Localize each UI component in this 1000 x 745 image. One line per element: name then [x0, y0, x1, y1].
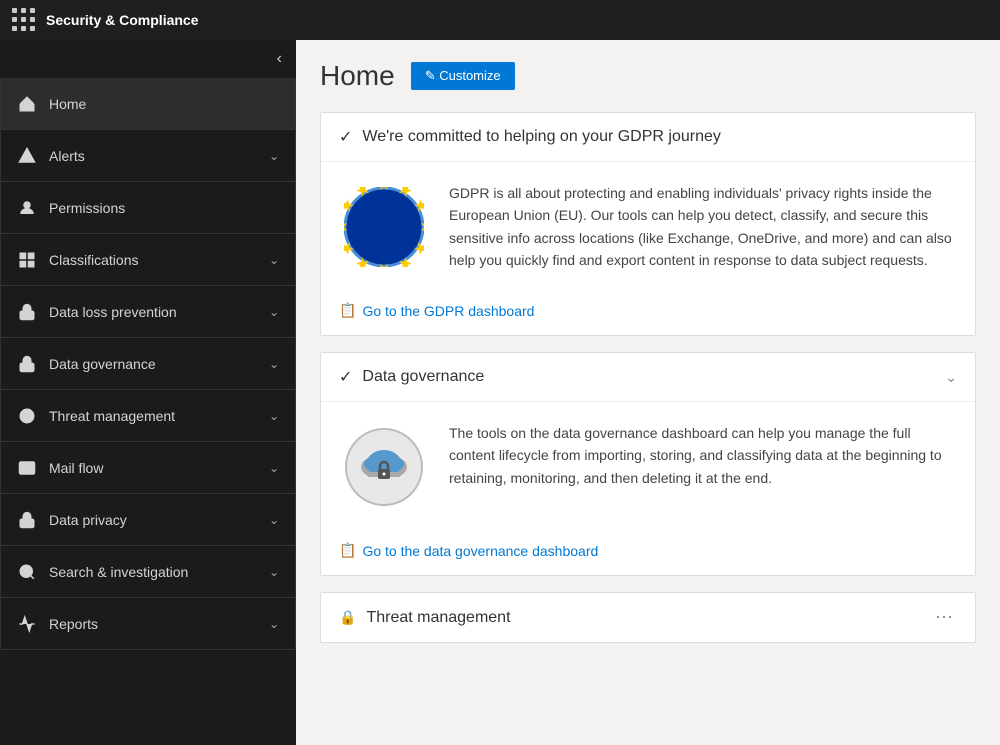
sidebar-item-search-label: Search & investigation [49, 564, 257, 580]
chevron-down-icon: ⌄ [269, 357, 279, 371]
data-governance-image [339, 422, 429, 512]
page-header: Home ✎ Customize [320, 60, 976, 92]
sidebar-item-threat-management[interactable]: Threat management ⌄ [0, 390, 296, 442]
check-icon: ✓ [339, 127, 352, 147]
alert-icon [17, 146, 37, 166]
sidebar-item-data-privacy-label: Data privacy [49, 512, 257, 528]
data-governance-card-text: The tools on the data governance dashboa… [449, 422, 957, 512]
sidebar-item-reports-label: Reports [49, 616, 257, 632]
sidebar-item-permissions-label: Permissions [49, 200, 279, 216]
eu-flag-image [339, 182, 429, 272]
chevron-down-icon: ⌄ [269, 305, 279, 319]
top-bar: Security & Compliance [0, 0, 1000, 40]
body-layout: ‹ Home Alerts ⌄ [0, 40, 1000, 745]
threat-management-card: 🔒 Threat management ⋯ [320, 592, 976, 643]
data-governance-icon [17, 354, 37, 374]
data-governance-card: ✓ Data governance ⌄ [320, 352, 976, 576]
gdpr-card-header[interactable]: ✓ We're committed to helping on your GDP… [321, 113, 975, 162]
sidebar-collapse-button[interactable]: ‹ [0, 40, 296, 78]
gdpr-card: ✓ We're committed to helping on your GDP… [320, 112, 976, 336]
gdpr-dashboard-link[interactable]: 📋 Go to the GDPR dashboard [339, 302, 957, 319]
app-title: Security & Compliance [46, 12, 199, 28]
data-governance-card-title: Data governance [362, 368, 935, 386]
sidebar-item-data-governance-label: Data governance [49, 356, 257, 372]
chevron-down-icon: ⌄ [269, 617, 279, 631]
reports-icon [17, 614, 37, 634]
chevron-down-icon: ⌄ [269, 149, 279, 163]
sidebar-item-classifications[interactable]: Classifications ⌄ [0, 234, 296, 286]
gdpr-card-body: GDPR is all about protecting and enablin… [321, 162, 975, 292]
sidebar-item-data-privacy[interactable]: Data privacy ⌄ [0, 494, 296, 546]
sidebar-item-alerts[interactable]: Alerts ⌄ [0, 130, 296, 182]
gdpr-card-title: We're committed to helping on your GDPR … [362, 128, 957, 146]
search-icon [17, 562, 37, 582]
data-governance-dashboard-link[interactable]: 📋 Go to the data governance dashboard [339, 542, 957, 559]
sidebar-item-alerts-label: Alerts [49, 148, 257, 164]
sidebar-item-search[interactable]: Search & investigation ⌄ [0, 546, 296, 598]
chevron-down-icon: ⌄ [269, 461, 279, 475]
chevron-down-icon: ⌄ [269, 409, 279, 423]
sidebar-item-dlp-label: Data loss prevention [49, 304, 257, 320]
threat-icon [17, 406, 37, 426]
sidebar-item-permissions[interactable]: Permissions [0, 182, 296, 234]
link-icon: 📋 [339, 302, 356, 319]
classifications-icon [17, 250, 37, 270]
sidebar-item-data-governance[interactable]: Data governance ⌄ [0, 338, 296, 390]
permissions-icon [17, 198, 37, 218]
threat-management-card-header[interactable]: 🔒 Threat management ⋯ [321, 593, 975, 642]
sidebar-item-home-label: Home [49, 96, 279, 112]
sidebar-item-classifications-label: Classifications [49, 252, 257, 268]
chevron-down-icon: ⌄ [269, 513, 279, 527]
data-governance-card-header[interactable]: ✓ Data governance ⌄ [321, 353, 975, 402]
sidebar-item-mail-flow[interactable]: Mail flow ⌄ [0, 442, 296, 494]
check-icon: ✓ [339, 367, 352, 387]
gdpr-card-footer: 📋 Go to the GDPR dashboard [321, 292, 975, 335]
page-title: Home [320, 60, 395, 92]
chevron-down-icon: ⌄ [269, 253, 279, 267]
data-governance-card-footer: 📋 Go to the data governance dashboard [321, 532, 975, 575]
chevron-up-icon: ⌄ [945, 369, 957, 386]
gdpr-card-text: GDPR is all about protecting and enablin… [449, 182, 957, 272]
link-icon: 📋 [339, 542, 356, 559]
lock-icon: 🔒 [339, 609, 356, 626]
app-grid-icon[interactable] [12, 8, 36, 32]
collapse-icon: ‹ [277, 50, 282, 68]
mail-icon [17, 458, 37, 478]
sidebar-item-dlp[interactable]: Data loss prevention ⌄ [0, 286, 296, 338]
data-governance-card-body: The tools on the data governance dashboa… [321, 402, 975, 532]
threat-management-card-title: Threat management [366, 609, 921, 627]
customize-button[interactable]: ✎ Customize [411, 62, 515, 90]
sidebar-item-home[interactable]: Home [0, 78, 296, 130]
more-options-button[interactable]: ⋯ [931, 607, 957, 628]
sidebar-item-reports[interactable]: Reports ⌄ [0, 598, 296, 650]
sidebar-item-threat-label: Threat management [49, 408, 257, 424]
sidebar-item-mail-label: Mail flow [49, 460, 257, 476]
chevron-down-icon: ⌄ [269, 565, 279, 579]
sidebar: ‹ Home Alerts ⌄ [0, 40, 296, 745]
main-content: Home ✎ Customize ✓ We're committed to he… [296, 40, 1000, 745]
dlp-icon [17, 302, 37, 322]
data-privacy-icon [17, 510, 37, 530]
home-icon [17, 94, 37, 114]
